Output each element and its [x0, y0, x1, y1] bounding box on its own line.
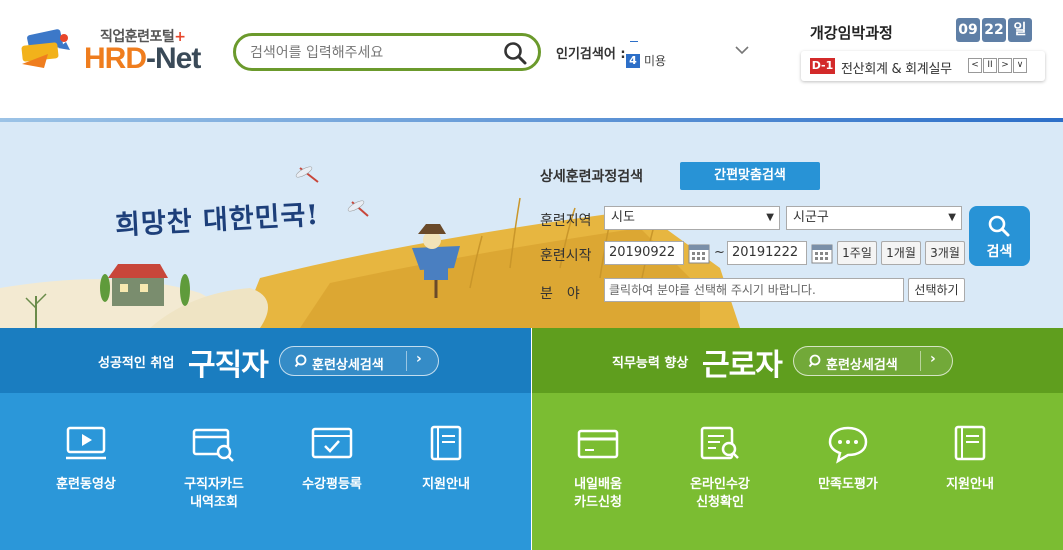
ticker-next-button[interactable]: >	[998, 58, 1012, 73]
date-day: 22	[982, 18, 1006, 42]
worker-title: 근로자	[702, 348, 783, 383]
chevron-right-icon: ›	[416, 351, 422, 367]
ticker-pause-button[interactable]: II	[983, 58, 997, 73]
menu-online-check[interactable]: 온라인수강 신청확인	[654, 424, 786, 534]
worker-band: 직무능력 향상 근로자 훈련상세검색 ›	[532, 328, 1063, 393]
book-icon	[954, 425, 986, 461]
calendar-icon[interactable]	[811, 242, 833, 264]
menu-label: 만족도평가	[818, 477, 878, 492]
credit-card-icon	[577, 429, 619, 459]
book-icon	[430, 425, 462, 461]
hero-banner: 희망찬 대한민국! 상세훈련과정검색 간편맞춤검색 훈련지역 시도 ▼ 시군구 ▼ …	[0, 118, 1063, 328]
select-arrow-icon: ▼	[948, 212, 956, 223]
chevron-right-icon: ›	[930, 351, 936, 367]
ticker-prev-button[interactable]: <	[968, 58, 982, 73]
field-select-input[interactable]: 클릭하여 분야를 선택해 주시기 바랍니다.	[604, 278, 904, 302]
ticker-controls: < II > ∨	[968, 58, 1028, 77]
menu-support-guide[interactable]: 지원안내	[904, 424, 1036, 534]
popular-keyword-link[interactable]: 미용	[644, 52, 666, 69]
menu-label: 지원안내	[946, 477, 994, 492]
popular-label: 인기검색어 :	[556, 47, 626, 62]
today-date: 09 22 일	[956, 18, 1032, 42]
date-month: 09	[956, 18, 980, 42]
card-search-icon	[192, 428, 234, 462]
popular-rank-badge: 4	[626, 54, 640, 68]
logo-brand: HRD-Net	[84, 42, 201, 75]
date-day-unit: 일	[1008, 18, 1032, 42]
region-city-select[interactable]: 시도 ▼	[604, 206, 780, 230]
date-range-tilde: ~	[714, 245, 725, 260]
menu-label: 지원안내	[422, 477, 470, 492]
global-search	[233, 33, 541, 71]
jobseeker-detail-search-button[interactable]: 훈련상세검색 ›	[279, 346, 439, 376]
menu-review-register[interactable]: 수강평등록	[266, 424, 398, 534]
document-search-icon	[700, 426, 739, 460]
popular-keywords: 인기검색어 : 4 미용	[556, 40, 756, 70]
menu-satisfaction[interactable]: 만족도평가	[782, 424, 914, 534]
jobseeker-detail-label: 훈련상세검색	[312, 358, 384, 373]
pill-divider	[406, 351, 407, 371]
select-arrow-icon: ▼	[766, 212, 774, 223]
worker-detail-search-button[interactable]: 훈련상세검색 ›	[793, 346, 953, 376]
menu-label: 수강평등록	[302, 477, 362, 492]
opening-course-name[interactable]: 전산회계 & 회계실무	[841, 58, 952, 77]
menu-label: 훈련동영상	[56, 477, 116, 492]
menu-training-video[interactable]: 훈련동영상	[20, 424, 152, 534]
search-icon	[808, 354, 821, 368]
worker-tag: 직무능력 향상	[612, 356, 689, 371]
menu-label: 구직자카드 내역조회	[184, 477, 244, 510]
site-header: 직업훈련포털+ HRD-Net 인기검색어 : 4 미용 개강임박과정 0922…	[0, 0, 1063, 118]
chevron-down-icon[interactable]	[734, 42, 750, 58]
period-3month-button[interactable]: 3개월	[925, 241, 965, 265]
jobseeker-band: 성공적인 취업 구직자 훈련상세검색 ›	[0, 328, 531, 393]
search-button-label: 검색	[986, 244, 1013, 260]
menu-label: 내일배움 카드신청	[574, 477, 622, 510]
region-label: 훈련지역	[540, 213, 592, 229]
menu-label: 온라인수강 신청확인	[690, 477, 750, 510]
start-date-input[interactable]: 20190922	[604, 241, 684, 265]
opening-title: 개강임박과정	[810, 24, 893, 42]
hrd-net-logo[interactable]: 직업훈련포털+ HRD-Net	[18, 24, 218, 76]
browser-check-icon	[311, 427, 353, 459]
search-icon[interactable]	[502, 40, 528, 66]
select-field-button[interactable]: 선택하기	[908, 278, 965, 302]
end-date-input[interactable]: 20191222	[727, 241, 807, 265]
d-day-badge: D-1	[810, 58, 835, 74]
speech-bubble-icon	[828, 426, 868, 464]
search-icon	[294, 354, 307, 368]
period-1month-button[interactable]: 1개월	[881, 241, 921, 265]
menu-support-guide[interactable]: 지원안내	[380, 424, 512, 534]
logo-mark-icon	[21, 29, 70, 68]
menu-card-apply[interactable]: 내일배움 카드신청	[532, 424, 664, 534]
jobseeker-panel: 성공적인 취업 구직자 훈련상세검색 › 훈련동영상 구직자카드 내역조회 수강…	[0, 328, 531, 550]
worker-panel: 직무능력 향상 근로자 훈련상세검색 › 내일배움 카드신청 온라인수강 신청확…	[532, 328, 1063, 550]
region-district-value: 시군구	[793, 210, 829, 225]
region-district-select[interactable]: 시군구 ▼	[786, 206, 962, 230]
field-label: 분 야	[540, 286, 580, 302]
search-input[interactable]	[250, 42, 500, 64]
region-city-value: 시도	[611, 210, 635, 225]
menu-card-history[interactable]: 구직자카드 내역조회	[148, 424, 280, 534]
start-label: 훈련시작	[540, 248, 592, 264]
jobseeker-title: 구직자	[188, 348, 269, 383]
calendar-icon[interactable]	[688, 242, 710, 264]
opening-soon-panel: 개강임박과정 09 22 일 D-1 전산회계 & 회계실무 < II > ∨	[798, 17, 1046, 83]
worker-detail-label: 훈련상세검색	[826, 358, 898, 373]
monitor-play-icon	[66, 426, 106, 460]
period-1week-button[interactable]: 1주일	[837, 241, 877, 265]
detailed-search-title: 상세훈련과정검색	[540, 169, 644, 185]
search-icon	[988, 215, 1010, 237]
pill-divider	[920, 351, 921, 371]
jobseeker-tag: 성공적인 취업	[98, 356, 175, 371]
detailed-search-button[interactable]: 검색	[969, 206, 1030, 266]
detailed-course-search: 상세훈련과정검색 간편맞춤검색 훈련지역 시도 ▼ 시군구 ▼ 훈련시작 20190…	[540, 162, 1040, 312]
rank-prev-marker	[630, 36, 638, 42]
opening-course-ticker[interactable]: D-1 전산회계 & 회계실무 < II > ∨	[801, 51, 1045, 81]
ticker-expand-button[interactable]: ∨	[1013, 58, 1027, 73]
quick-search-button[interactable]: 간편맞춤검색	[680, 162, 820, 190]
